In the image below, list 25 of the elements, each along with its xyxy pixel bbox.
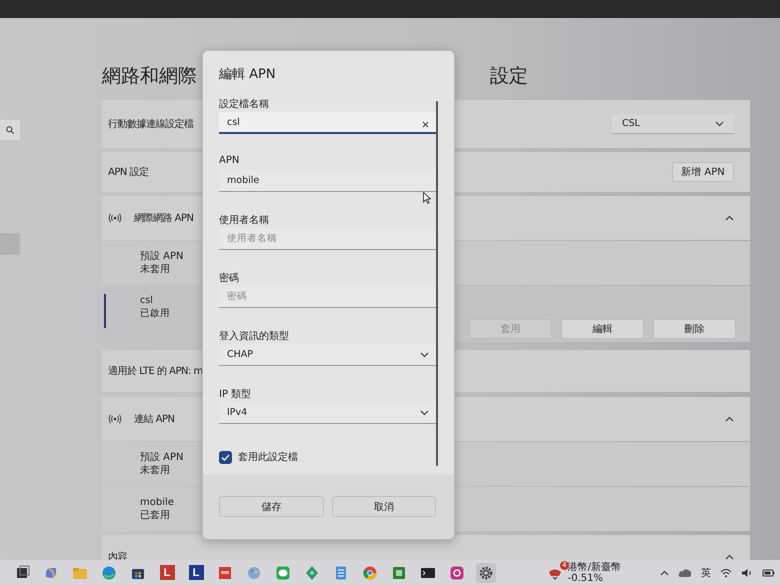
apn-name: mobile — [140, 496, 174, 509]
dialog-title: 編輯 APN — [219, 66, 277, 84]
dropdown-value: IPv4 — [227, 407, 248, 418]
dropdown-value: CSL — [622, 118, 640, 129]
group-label: 網際網路 APN — [134, 212, 194, 225]
apn-name: csl — [140, 294, 153, 307]
apn-status: 已啟用 — [140, 307, 170, 320]
apn-status: 未套用 — [140, 263, 170, 276]
field-label: 使用者名稱 — [219, 214, 270, 227]
field-label: 密碼 — [219, 272, 240, 285]
setting-label: APN 設定 — [108, 166, 149, 179]
field-label: 設定檔名稱 — [219, 98, 270, 111]
apn-status: 已套用 — [140, 509, 170, 522]
page-title: 設定 — [490, 64, 528, 89]
field-label: APN — [219, 155, 240, 168]
apn-status: 未套用 — [140, 464, 170, 477]
group-label: 連結 APN — [134, 412, 175, 426]
page-title: 網路和網際 — [102, 64, 197, 89]
dropdown-value: CHAP — [227, 349, 254, 360]
checkbox-label: 套用此設定檔 — [238, 450, 298, 464]
setting-label: 行動數據連線設定檔 — [108, 118, 194, 131]
apn-name: 預設 APN — [140, 250, 184, 263]
apn-name: 預設 APN — [140, 451, 184, 464]
field-label: 登入資訊的類型 — [219, 330, 290, 343]
currency-label: 港幣/新臺幣 — [568, 562, 621, 572]
